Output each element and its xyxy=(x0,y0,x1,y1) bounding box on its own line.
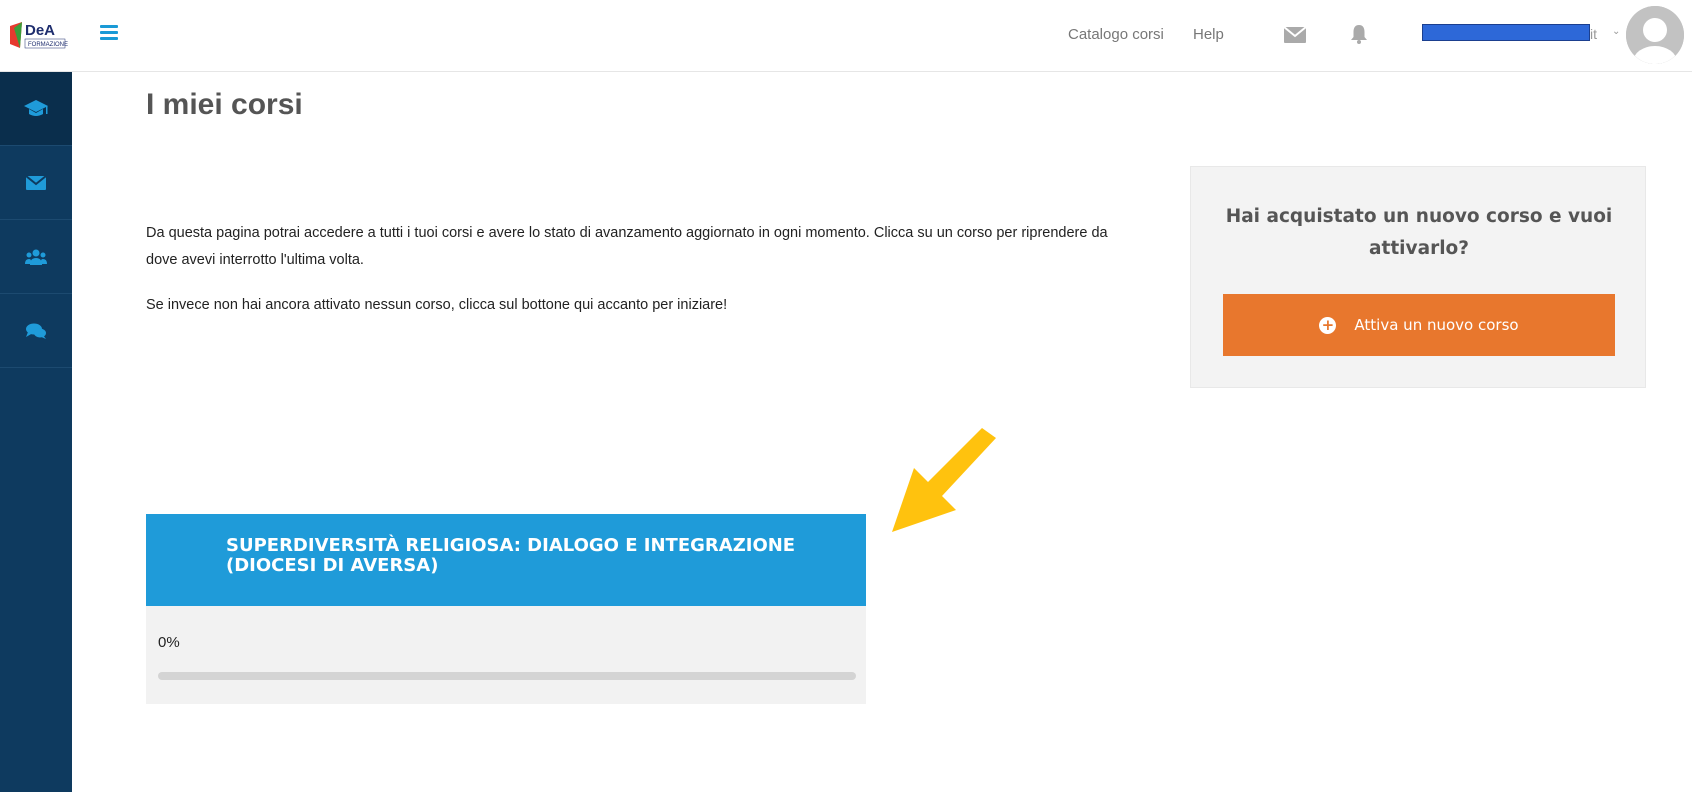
messages-icon[interactable] xyxy=(1284,27,1306,43)
sidebar-item-chat[interactable] xyxy=(0,294,72,368)
notifications-bell-icon[interactable] xyxy=(1350,24,1368,44)
intro-paragraph-2: Se invece non hai ancora attivato nessun… xyxy=(146,297,728,313)
user-name-suffix[interactable]: it xyxy=(1590,26,1597,42)
sidebar-item-users[interactable] xyxy=(0,220,72,294)
course-title[interactable]: SUPERDIVERSITÀ RELIGIOSA: DIALOGO E INTE… xyxy=(226,536,846,576)
top-navbar: DeA FORMAZIONE Catalogo corsi Help it ⌄ xyxy=(0,0,1692,72)
svg-text:DeA: DeA xyxy=(25,22,55,39)
users-icon xyxy=(25,249,47,265)
intro-text: Da questa pagina potrai accedere a tutti… xyxy=(146,220,1116,337)
user-menu[interactable] xyxy=(1422,24,1592,44)
avatar[interactable] xyxy=(1626,6,1684,64)
menu-toggle-icon[interactable] xyxy=(100,25,118,40)
course-progress-percent: 0% xyxy=(158,634,180,651)
nav-link-catalogo-corsi[interactable]: Catalogo corsi xyxy=(1068,26,1164,43)
activate-new-course-button[interactable]: + Attiva un nuovo corso xyxy=(1223,294,1615,356)
envelope-icon xyxy=(26,175,46,190)
plus-circle-icon: + xyxy=(1319,316,1337,334)
left-sidebar xyxy=(0,72,72,792)
sidebar-item-messages[interactable] xyxy=(0,146,72,220)
course-progress-bar xyxy=(158,672,856,680)
activate-new-course-label: Attiva un nuovo corso xyxy=(1354,316,1519,334)
nav-link-help[interactable]: Help xyxy=(1193,26,1224,43)
chevron-down-icon[interactable]: ⌄ xyxy=(1612,26,1620,37)
graduation-cap-icon xyxy=(24,99,48,116)
annotation-arrow-icon xyxy=(892,428,996,532)
activate-course-heading: Hai acquistato un nuovo corso e vuoi att… xyxy=(1225,206,1613,259)
intro-paragraph-1: Da questa pagina potrai accedere a tutti… xyxy=(146,225,1108,268)
sidebar-item-courses[interactable] xyxy=(0,72,72,146)
page-title: I miei corsi xyxy=(146,88,303,121)
course-card-header[interactable]: SUPERDIVERSITÀ RELIGIOSA: DIALOGO E INTE… xyxy=(146,514,866,606)
user-name-redacted xyxy=(1422,24,1590,41)
course-card[interactable]: SUPERDIVERSITÀ RELIGIOSA: DIALOGO E INTE… xyxy=(146,514,866,704)
activate-course-panel: Hai acquistato un nuovo corso e vuoi att… xyxy=(1190,166,1646,388)
comments-icon xyxy=(26,323,46,339)
dea-formazione-logo[interactable]: DeA FORMAZIONE xyxy=(8,18,68,52)
svg-text:FORMAZIONE: FORMAZIONE xyxy=(28,42,68,48)
